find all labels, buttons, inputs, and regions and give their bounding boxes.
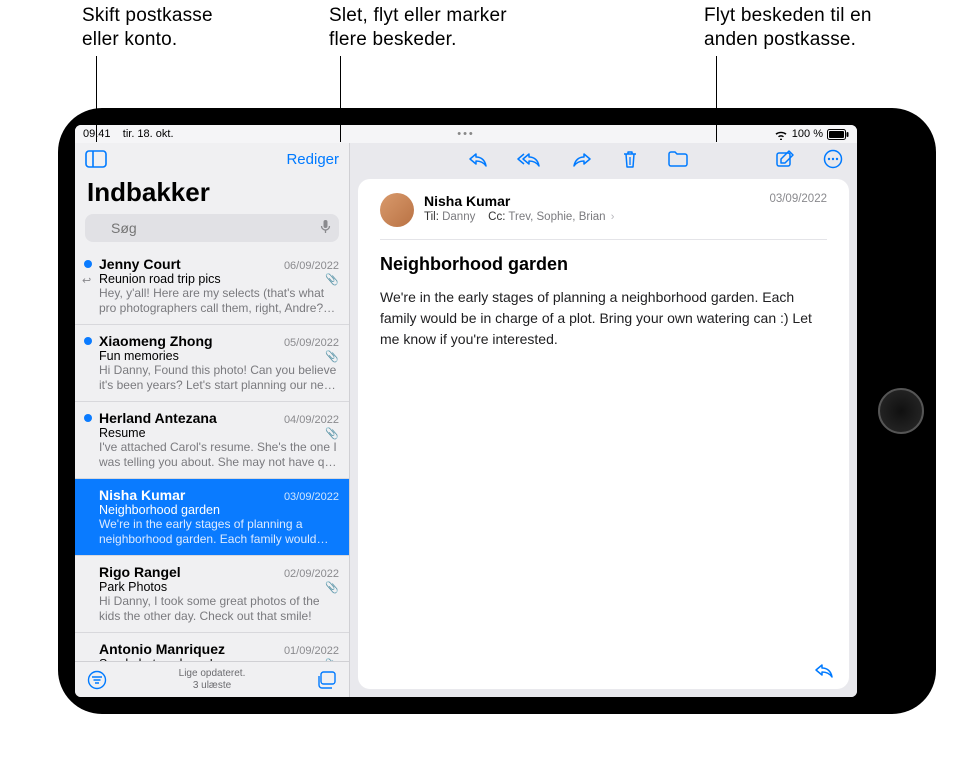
callout-move: Flyt beskeden til enanden postkasse. bbox=[704, 4, 872, 52]
status-bar: 09.41 tir. 18. okt. ••• 100 % bbox=[75, 125, 857, 143]
sidebar-toolbar: Rediger bbox=[75, 143, 349, 175]
battery-icon bbox=[827, 129, 849, 140]
status-time: 09.41 bbox=[83, 128, 111, 140]
row-date: 05/09/2022 bbox=[284, 337, 339, 349]
edit-button[interactable]: Rediger bbox=[286, 151, 339, 168]
row-sender: Herland Antezana bbox=[99, 410, 217, 426]
ipad-frame: 09.41 tir. 18. okt. ••• 100 % bbox=[58, 108, 936, 714]
filter-button[interactable] bbox=[87, 670, 107, 690]
sender-avatar[interactable] bbox=[380, 193, 414, 227]
compose-icon[interactable] bbox=[775, 149, 795, 169]
message-header: Nisha Kumar Til: Danny Cc: Trev, Sophie,… bbox=[380, 193, 827, 240]
row-subject: Reunion road trip pics bbox=[99, 272, 221, 286]
unread-dot-icon bbox=[84, 414, 92, 422]
row-sender: Antonio Manriquez bbox=[99, 641, 225, 657]
row-preview: Hi Danny, Found this photo! Can you beli… bbox=[99, 363, 339, 393]
replied-icon: ↩ bbox=[82, 274, 91, 287]
message-toolbar bbox=[350, 143, 857, 175]
row-preview: I've attached Carol's resume. She's the … bbox=[99, 440, 339, 470]
row-date: 02/09/2022 bbox=[284, 568, 339, 580]
mailboxes-button[interactable] bbox=[85, 150, 107, 168]
row-preview: Hi Danny, I took some great photos of th… bbox=[99, 594, 339, 624]
callouts-layer: Skift postkasseeller konto. Slet, flyt e… bbox=[0, 0, 966, 110]
reply-all-icon[interactable] bbox=[517, 150, 543, 168]
windows-button[interactable] bbox=[317, 671, 337, 689]
message-view-pane: Nisha Kumar Til: Danny Cc: Trev, Sophie,… bbox=[350, 143, 857, 697]
row-date: 01/09/2022 bbox=[284, 645, 339, 657]
mail-app: Rediger Indbakker ↩ Jenny Court 06/09/2022 bbox=[75, 143, 857, 697]
unread-dot-icon bbox=[84, 337, 92, 345]
row-subject: Neighborhood garden bbox=[99, 503, 220, 517]
row-sender: Rigo Rangel bbox=[99, 564, 181, 580]
screen: 09.41 tir. 18. okt. ••• 100 % bbox=[75, 125, 857, 697]
attachment-icon: 📎 bbox=[325, 658, 339, 662]
home-button[interactable] bbox=[878, 388, 924, 434]
status-date: tir. 18. okt. bbox=[123, 128, 174, 140]
status-right: 100 % bbox=[774, 128, 849, 140]
battery-percent: 100 % bbox=[792, 128, 823, 140]
message-row[interactable]: Antonio Manriquez 01/09/2022 Send photos p… bbox=[75, 633, 349, 661]
row-sender: Nisha Kumar bbox=[99, 487, 185, 503]
message-row[interactable]: Rigo Rangel 02/09/2022 Park Photos 📎Hi Dann… bbox=[75, 556, 349, 633]
row-subject: Send photos please! bbox=[99, 657, 213, 661]
row-subject: Park Photos bbox=[99, 580, 167, 594]
more-icon[interactable] bbox=[823, 149, 843, 169]
attachment-icon: 📎 bbox=[325, 427, 339, 440]
wifi-icon bbox=[774, 129, 788, 140]
row-date: 03/09/2022 bbox=[284, 491, 339, 503]
row-sender: Xiaomeng Zhong bbox=[99, 333, 213, 349]
recipients-line[interactable]: Til: Danny Cc: Trev, Sophie, Brian › bbox=[424, 211, 759, 223]
row-sender: Jenny Court bbox=[99, 256, 181, 272]
row-date: 04/09/2022 bbox=[284, 414, 339, 426]
search-input[interactable] bbox=[85, 214, 339, 242]
row-subject: Resume bbox=[99, 426, 146, 440]
message-subject: Neighborhood garden bbox=[380, 254, 827, 275]
quick-reply-icon[interactable] bbox=[813, 661, 835, 679]
attachment-icon: 📎 bbox=[325, 581, 339, 594]
reply-icon[interactable] bbox=[467, 150, 489, 168]
callout-mailbox: Skift postkasseeller konto. bbox=[82, 4, 213, 52]
message-row[interactable]: Xiaomeng Zhong 05/09/2022 Fun memories 📎Hi … bbox=[75, 325, 349, 402]
search-wrap bbox=[75, 214, 349, 248]
message-row[interactable]: Nisha Kumar 03/09/2022 Neighborhood garden… bbox=[75, 479, 349, 556]
message-row[interactable]: Herland Antezana 04/09/2022 Resume 📎I've at… bbox=[75, 402, 349, 479]
from-name[interactable]: Nisha Kumar bbox=[424, 193, 759, 209]
sync-status: Lige opdateret. 3 ulæste bbox=[179, 668, 246, 692]
row-subject: Fun memories bbox=[99, 349, 179, 363]
attachment-icon: 📎 bbox=[325, 350, 339, 363]
status-left: 09.41 tir. 18. okt. bbox=[83, 128, 174, 140]
message-card: Nisha Kumar Til: Danny Cc: Trev, Sophie,… bbox=[358, 179, 849, 689]
message-body: We're in the early stages of planning a … bbox=[380, 287, 827, 350]
trash-icon[interactable] bbox=[621, 149, 639, 169]
row-preview: Hey, y'all! Here are my selects (that's … bbox=[99, 286, 339, 316]
sidebar-footer: Lige opdateret. 3 ulæste bbox=[75, 661, 349, 697]
mailbox-title: Indbakker bbox=[75, 175, 349, 214]
dictate-icon[interactable] bbox=[320, 219, 331, 235]
move-folder-icon[interactable] bbox=[667, 150, 689, 168]
message-list[interactable]: ↩ Jenny Court 06/09/2022 Reunion road trip … bbox=[75, 248, 349, 661]
attachment-icon: 📎 bbox=[325, 273, 339, 286]
message-date: 03/09/2022 bbox=[769, 193, 827, 205]
row-preview: We're in the early stages of planning a … bbox=[99, 517, 339, 547]
row-date: 06/09/2022 bbox=[284, 260, 339, 272]
unread-dot-icon bbox=[84, 260, 92, 268]
callout-edit: Slet, flyt eller markerflere beskeder. bbox=[329, 4, 507, 52]
multitask-indicator[interactable]: ••• bbox=[457, 128, 475, 140]
chevron-right-icon: › bbox=[609, 211, 615, 223]
message-row[interactable]: ↩ Jenny Court 06/09/2022 Reunion road trip … bbox=[75, 248, 349, 325]
forward-icon[interactable] bbox=[571, 150, 593, 168]
message-list-pane: Rediger Indbakker ↩ Jenny Court 06/09/2022 bbox=[75, 143, 350, 697]
